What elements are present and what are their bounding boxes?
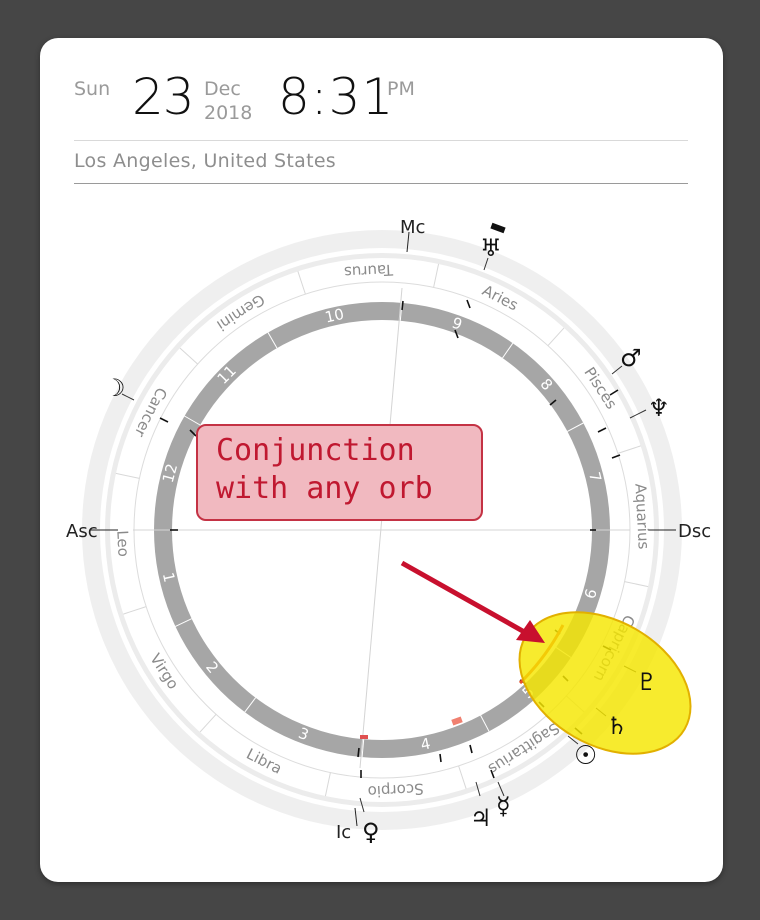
ic-text: Ic xyxy=(336,822,351,843)
dsc-label: Dsc xyxy=(678,521,711,542)
sun-glyph[interactable]: ☉ xyxy=(574,741,597,771)
mercury-glyph[interactable]: ☿ xyxy=(496,792,511,820)
mc-label: Mc xyxy=(400,217,425,238)
mars-icon[interactable]: ♂ xyxy=(620,344,642,372)
mercury-icon[interactable]: ☿ xyxy=(496,792,511,820)
annotation-callout: Conjunction with any orb xyxy=(196,424,483,521)
mars-glyph[interactable]: ♂ xyxy=(620,344,642,372)
mc-text: Mc xyxy=(400,217,425,238)
uranus-retrograde-marker xyxy=(490,222,506,234)
moon-glyph[interactable]: ☽ xyxy=(104,374,126,402)
pluto-glyph[interactable]: ♇ xyxy=(636,668,658,696)
sign-label-taurus: Taurus xyxy=(343,261,394,282)
venus-icon[interactable]: ♀ xyxy=(362,818,380,846)
sign-label-scorpio: Scorpio xyxy=(367,780,424,801)
asc-label: Asc xyxy=(66,521,98,542)
sign-label-leo: Leo xyxy=(113,530,132,557)
uranus-icon[interactable]: ♅ xyxy=(480,234,502,262)
neptune-icon[interactable]: ♆ xyxy=(648,394,670,422)
sign-label-aquarius: Aquarius xyxy=(631,483,652,550)
moon-icon[interactable]: ☽ xyxy=(104,374,126,402)
saturn-glyph[interactable]: ♄ xyxy=(606,712,628,740)
venus-glyph[interactable]: ♀ xyxy=(362,818,380,846)
sun-icon[interactable]: ☉ xyxy=(574,741,597,771)
neptune-glyph[interactable]: ♆ xyxy=(648,394,670,422)
aspect-mark-1 xyxy=(360,735,368,739)
jupiter-glyph[interactable]: ♃ xyxy=(470,804,492,832)
dsc-text: Dsc xyxy=(678,521,711,542)
uranus-glyph[interactable]: ♅ xyxy=(480,234,502,262)
asc-text: Asc xyxy=(66,521,98,542)
saturn-icon[interactable]: ♄ xyxy=(606,712,628,740)
jupiter-icon[interactable]: ♃ xyxy=(470,804,492,832)
ic-label: Ic xyxy=(336,822,351,843)
pluto-icon[interactable]: ♇ xyxy=(636,668,658,696)
annotation-text: Conjunction with any orb xyxy=(216,433,433,506)
